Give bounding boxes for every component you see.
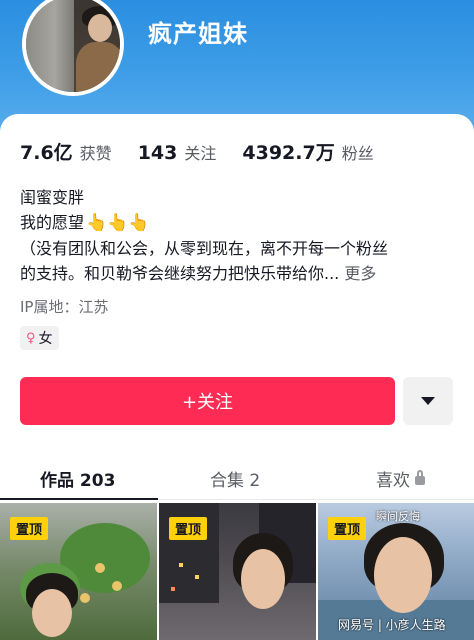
- bio-line: （没有团队和公会，从零到现在，离不开每一个粉丝: [20, 239, 389, 258]
- pinned-badge: 置顶: [328, 517, 367, 540]
- likes-count[interactable]: 7.6亿: [20, 138, 73, 165]
- following-count[interactable]: 143: [138, 142, 178, 164]
- ip-location: IP属地：江苏: [20, 298, 109, 316]
- profile-page: 疯产姐妹 7.6亿 获赞 143 关注 4392.7万 粉丝 闺蜜变胖 我的愿望…: [0, 0, 474, 640]
- video-caption: 瞬间反悔: [376, 510, 420, 523]
- content-tabs: 作品 203 合集 2 喜欢: [0, 458, 474, 500]
- bio: 闺蜜变胖 我的愿望 👆👆👆 （没有团队和公会，从零到现在，离不开每一个粉丝 的支持…: [20, 185, 460, 286]
- tab-likes[interactable]: 喜欢: [376, 466, 425, 491]
- video-thumbnail[interactable]: 置顶: [0, 503, 157, 640]
- gender-label: 女: [38, 331, 53, 347]
- tab-collection[interactable]: 合集 2: [210, 466, 260, 491]
- female-symbol-icon: ♀: [26, 330, 36, 346]
- bio-line: 的支持。和贝勒爷会继续努力把快乐带给你... 更多: [20, 261, 460, 286]
- tab-likes-label: 喜欢: [376, 471, 410, 491]
- tab-works[interactable]: 作品 203: [40, 466, 115, 491]
- likes-label[interactable]: 获赞: [80, 140, 112, 164]
- pointing-up-hand-icon: 👆👆👆: [86, 213, 150, 233]
- avatar[interactable]: [22, 0, 124, 96]
- followers-count[interactable]: 4392.7万: [242, 138, 334, 165]
- bio-text: 我的愿望: [20, 213, 85, 232]
- bio-text: 的支持。和贝勒爷会继续努力把快乐带给你...: [20, 264, 340, 283]
- following-label[interactable]: 关注: [184, 140, 216, 164]
- more-options-button[interactable]: [403, 377, 453, 425]
- bio-line: 闺蜜变胖: [20, 188, 85, 207]
- tab-divider: [158, 499, 474, 500]
- active-tab-indicator: [0, 498, 158, 500]
- pinned-badge: 置顶: [10, 517, 49, 540]
- video-thumbnail[interactable]: 置顶: [159, 503, 316, 640]
- username: 疯产姐妹: [148, 20, 248, 48]
- gender-tag: ♀ 女: [20, 326, 59, 350]
- pinned-badge: 置顶: [169, 517, 208, 540]
- stats-row: 7.6亿 获赞 143 关注 4392.7万 粉丝: [20, 138, 400, 165]
- bio-line: 我的愿望 👆👆👆: [20, 210, 460, 236]
- follow-button[interactable]: +关注: [20, 377, 395, 425]
- bio-more-link[interactable]: 更多: [344, 264, 376, 283]
- lock-icon: [415, 470, 425, 485]
- followers-label[interactable]: 粉丝: [342, 140, 374, 164]
- triangle-down-icon: [421, 397, 435, 405]
- watermark: 网易号 | 小彦人生路: [338, 618, 446, 632]
